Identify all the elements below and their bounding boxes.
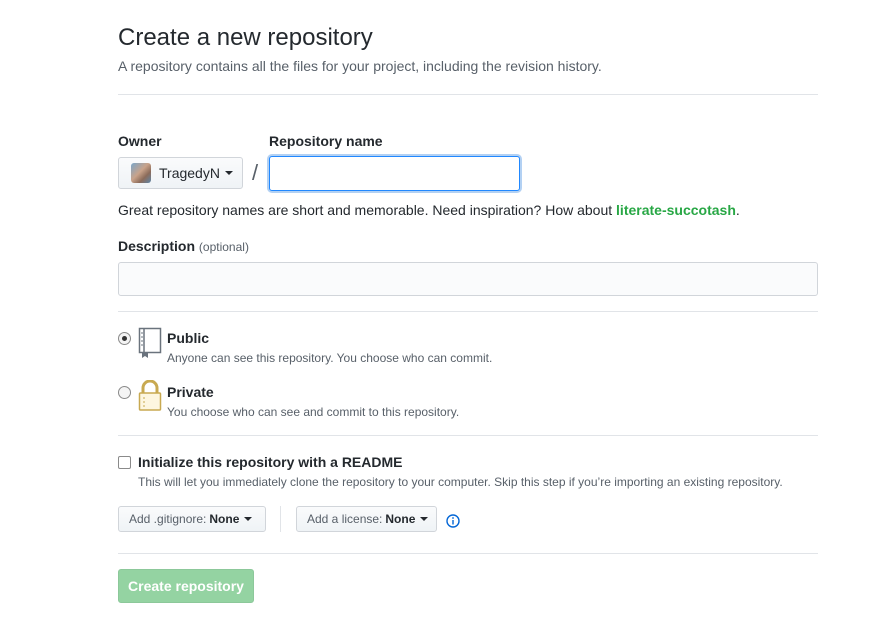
suggested-name[interactable]: literate-succotash [616, 202, 736, 218]
private-option-note: You choose who can see and commit to thi… [167, 405, 460, 419]
repository-name-input[interactable] [269, 156, 520, 191]
create-repository-button[interactable]: Create repository [118, 569, 254, 603]
repository-name-label: Repository name [269, 133, 383, 149]
info-icon[interactable] [446, 514, 460, 533]
public-option-title: Public [167, 330, 210, 346]
owner-select-button[interactable]: TragedyN [118, 157, 243, 189]
license-label: Add a license: [307, 512, 383, 526]
owner-label: Owner [118, 133, 162, 149]
description-input[interactable] [118, 262, 818, 296]
page-title: Create a new repository [118, 24, 373, 51]
name-hint-suffix: . [735, 202, 740, 218]
license-select-button[interactable]: Add a license: None [296, 506, 437, 532]
divider [118, 435, 818, 436]
owner-name: TragedyN [159, 165, 220, 181]
avatar [131, 163, 151, 183]
readme-option-title: Initialize this repository with a README [138, 454, 403, 470]
page-subtitle: A repository contains all the files for … [118, 58, 602, 74]
chevron-down-icon [244, 517, 253, 521]
name-hint: Great repository names are short and mem… [118, 202, 740, 218]
repo-book-icon [138, 327, 162, 364]
divider [118, 311, 818, 312]
gitignore-value: None [209, 512, 240, 526]
divider [118, 553, 818, 554]
license-value: None [385, 512, 416, 526]
gitignore-label: Add .gitignore: [129, 512, 207, 526]
public-radio[interactable] [118, 332, 131, 345]
description-label-text: Description [118, 238, 196, 254]
divider [280, 506, 281, 532]
chevron-down-icon [224, 171, 233, 175]
readme-checkbox[interactable] [118, 456, 131, 469]
gitignore-select-button[interactable]: Add .gitignore: None [118, 506, 266, 532]
private-radio[interactable] [118, 386, 131, 399]
optional-tag: (optional) [198, 240, 249, 254]
divider [118, 94, 818, 95]
readme-option-note: This will let you immediately clone the … [138, 475, 783, 489]
private-option-title: Private [167, 384, 214, 400]
owner-repo-separator: / [252, 160, 259, 185]
public-option-note: Anyone can see this repository. You choo… [167, 351, 493, 365]
chevron-down-icon [420, 517, 429, 521]
lock-icon [138, 379, 162, 417]
name-hint-text: Great repository names are short and mem… [118, 202, 617, 218]
description-label: Description (optional) [118, 238, 249, 254]
